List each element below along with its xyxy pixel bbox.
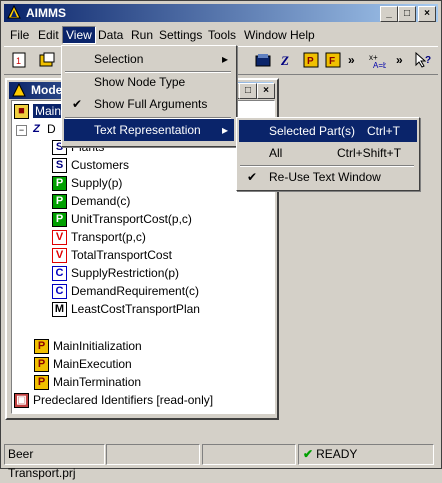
menu-run[interactable]: Run xyxy=(131,28,153,42)
menu-help[interactable]: Help xyxy=(290,28,315,42)
more-chevron-icon-2[interactable]: » xyxy=(396,51,414,69)
menu-settings[interactable]: Settings xyxy=(159,28,202,42)
menu-item-text-representation[interactable]: Text Representation ▸ xyxy=(64,119,234,141)
tree-node-identifier[interactable]: P UnitTransportCost(p,c) xyxy=(52,211,192,228)
child-maximize-button[interactable]: □ xyxy=(239,83,257,99)
variable-icon: V xyxy=(52,248,67,264)
svg-text:P: P xyxy=(307,56,314,67)
svg-text:Z: Z xyxy=(280,53,289,68)
window-title: AIMMS xyxy=(26,6,66,20)
tree-node-identifier[interactable]: M LeastCostTransportPlan xyxy=(52,301,200,318)
menu-item-reuse-text-window[interactable]: ✔ Re-Use Text Window xyxy=(239,166,417,188)
new-page-icon[interactable]: 1 xyxy=(10,51,28,69)
procedure-icon[interactable]: P xyxy=(302,51,320,69)
tree-node-identifier[interactable]: V TotalTransportCost xyxy=(52,247,172,264)
menu-item-selected-parts[interactable]: Selected Part(s) Ctrl+T xyxy=(239,120,417,142)
tree-node-identifier[interactable]: P Demand(c) xyxy=(52,193,130,210)
tree-node-identifier[interactable]: S Customers xyxy=(52,157,129,174)
submenu-arrow-icon: ▸ xyxy=(222,123,229,137)
tree-node-identifier[interactable]: P Supply(p) xyxy=(52,175,122,192)
menu-data[interactable]: Data xyxy=(98,28,123,42)
close-button[interactable]: × xyxy=(418,6,436,22)
menu-item-show-node-type[interactable]: Show Node Type xyxy=(64,71,234,93)
set-icon: S xyxy=(52,158,67,174)
menu-item-selection[interactable]: Selection ▸ xyxy=(64,48,234,70)
function-icon[interactable]: F xyxy=(324,51,342,69)
math-icon[interactable]: x+ A=b xyxy=(368,51,388,70)
child-close-button[interactable]: × xyxy=(257,83,275,99)
tree-node-declaration[interactable]: − Z D xyxy=(16,121,56,137)
check-icon: ✔ xyxy=(303,447,314,461)
menu-item-all[interactable]: All Ctrl+Shift+T xyxy=(239,142,417,164)
menu-window[interactable]: Window xyxy=(244,28,287,42)
procedure-icon: P xyxy=(34,375,49,391)
collapse-icon[interactable]: − xyxy=(16,125,27,136)
svg-text:?: ? xyxy=(425,55,431,66)
help-pointer-icon[interactable]: ? xyxy=(414,51,432,69)
parameter-icon: P xyxy=(52,194,67,210)
status-ready: ✔ READY xyxy=(298,444,434,465)
menu-tools[interactable]: Tools xyxy=(208,28,236,42)
model-explorer-title: Mode xyxy=(31,83,63,97)
checkmark-icon: ✔ xyxy=(247,170,258,184)
text-representation-submenu: Selected Part(s) Ctrl+T All Ctrl+Shift+T… xyxy=(236,117,420,191)
menu-edit[interactable]: Edit xyxy=(38,28,59,42)
declaration-icon: Z xyxy=(33,123,40,136)
app-logo-icon xyxy=(7,4,21,19)
constraint-icon: C xyxy=(52,266,67,282)
main-model-icon: ■ xyxy=(14,104,29,120)
procedure-icon: P xyxy=(34,339,49,355)
svg-text:A=b: A=b xyxy=(373,61,386,69)
procedure-icon: P xyxy=(34,357,49,373)
submenu-arrow-icon: ▸ xyxy=(222,52,229,66)
menu-item-show-full-arguments[interactable]: ✔ Show Full Arguments xyxy=(64,93,234,115)
view-menu: Selection ▸ Show Node Type ✔ Show Full A… xyxy=(61,45,237,147)
parameter-icon: P xyxy=(52,212,67,228)
open-window-icon[interactable] xyxy=(38,51,56,69)
status-pane-3 xyxy=(202,444,296,465)
maximize-button[interactable]: □ xyxy=(398,6,416,22)
tree-node-identifier[interactable]: V Transport(p,c) xyxy=(52,229,146,246)
parameter-icon: P xyxy=(52,176,67,192)
math-program-icon: M xyxy=(52,302,67,318)
tree-node-procedure[interactable]: P MainTermination xyxy=(34,374,141,391)
checkmark-icon: ✔ xyxy=(72,97,83,111)
menu-bar: File Edit View Data Run Settings Tools W… xyxy=(4,25,438,45)
tree-node-predeclared[interactable]: ▣ Predeclared Identifiers [read-only] xyxy=(14,392,213,409)
menu-file[interactable]: File xyxy=(10,28,29,42)
minimize-button[interactable]: _ xyxy=(380,6,398,22)
tree-node-procedure[interactable]: P MainInitialization xyxy=(34,338,142,355)
tree-node-procedure[interactable]: P MainExecution xyxy=(34,356,132,373)
more-chevron-icon[interactable]: » xyxy=(348,51,366,69)
constraint-icon: C xyxy=(52,284,67,300)
svg-text:1: 1 xyxy=(16,56,21,66)
tree-node-identifier[interactable]: C DemandRequirement(c) xyxy=(52,283,199,300)
identifier-icon[interactable]: Z xyxy=(278,51,296,69)
tree-node-identifier[interactable]: C SupplyRestriction(p) xyxy=(52,265,179,282)
model-explorer-logo-icon xyxy=(12,82,26,100)
title-bar[interactable]: AIMMS _ □ × xyxy=(4,4,438,22)
book-icon[interactable] xyxy=(254,51,272,69)
variable-icon: V xyxy=(52,230,67,246)
status-pane-2 xyxy=(106,444,200,465)
status-project: Beer Transport.prj xyxy=(4,444,105,480)
menu-view[interactable]: View xyxy=(62,26,96,44)
library-box-icon: ▣ xyxy=(14,393,29,409)
svg-text:F: F xyxy=(329,56,335,67)
tree-node-main[interactable]: ■ Main xyxy=(14,103,64,120)
main-window: AIMMS _ □ × File Edit View Data Run Sett… xyxy=(0,0,442,480)
